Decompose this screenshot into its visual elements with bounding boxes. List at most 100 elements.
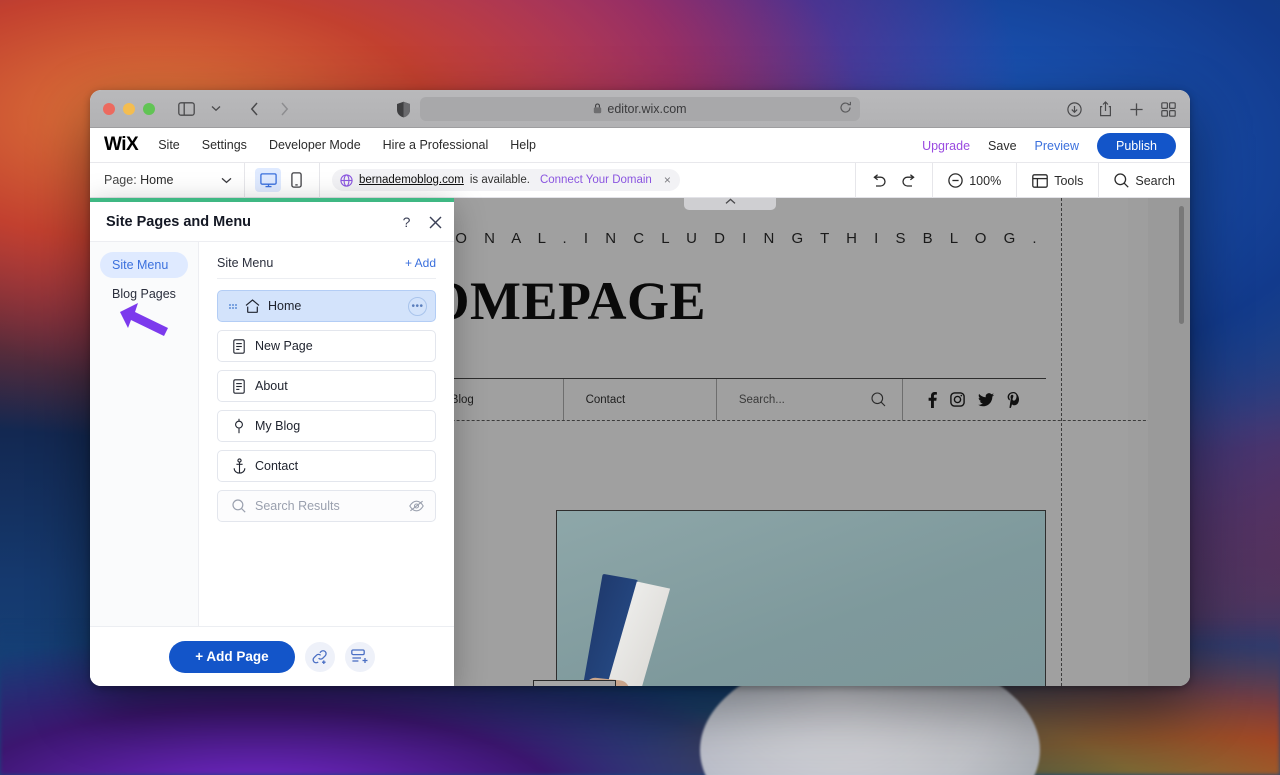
address-bar-url: editor.wix.com — [607, 101, 687, 116]
site-social-links[interactable] — [903, 379, 1046, 420]
close-icon[interactable]: × — [664, 173, 671, 187]
site-photo-block[interactable] — [556, 510, 1046, 686]
desktop-view-icon[interactable] — [255, 168, 281, 192]
tab-overview-icon[interactable] — [1161, 101, 1176, 117]
globe-icon — [340, 173, 353, 187]
page-options-button[interactable]: ••• — [408, 297, 427, 316]
page-row-search-results[interactable]: Search Results — [217, 490, 436, 522]
add-page-button[interactable]: + Add Page — [169, 640, 295, 673]
add-dropdown-button[interactable] — [344, 641, 375, 672]
chevron-down-icon[interactable] — [221, 177, 232, 184]
side-tab-site-menu[interactable]: Site Menu — [100, 252, 188, 278]
page-label: New Page — [255, 339, 313, 353]
page-label: Contact — [255, 459, 299, 473]
share-icon[interactable] — [1099, 101, 1112, 117]
page-list: Home ••• New Page About My Blog Contact … — [199, 279, 454, 522]
new-tab-icon[interactable] — [1129, 102, 1144, 117]
menu-item-settings[interactable]: Settings — [202, 138, 247, 152]
page-row-contact[interactable]: Contact — [217, 450, 436, 482]
reload-icon[interactable] — [839, 101, 852, 114]
pinterest-icon[interactable] — [1007, 391, 1020, 408]
canvas-guide-vertical — [1061, 198, 1062, 686]
menu-item-help[interactable]: Help — [510, 138, 536, 152]
zoom-control[interactable]: 100% — [932, 163, 1016, 198]
domain-name[interactable]: bernademoblog.com — [359, 174, 464, 186]
home-icon — [242, 299, 262, 313]
downloads-icon[interactable] — [1067, 101, 1082, 117]
chevron-down-icon[interactable] — [203, 97, 229, 121]
drag-handle-icon[interactable] — [229, 303, 237, 309]
redo-icon[interactable] — [901, 174, 917, 187]
history-controls — [855, 163, 932, 198]
page-label: Search Results — [255, 499, 340, 513]
help-icon[interactable]: ? — [399, 215, 414, 230]
menu-item-developer-mode[interactable]: Developer Mode — [269, 138, 361, 152]
blog-pin-icon — [229, 418, 249, 434]
dialog-main-panel: Site Menu + Add Home ••• New Page About … — [199, 242, 454, 626]
editor-search[interactable]: Search — [1098, 163, 1190, 198]
add-link-button[interactable] — [304, 641, 335, 672]
wix-main-menu: Site Settings Developer Mode Hire a Prof… — [158, 138, 536, 152]
page-row-new-page[interactable]: New Page — [217, 330, 436, 362]
page-row-about[interactable]: About — [217, 370, 436, 402]
facebook-icon[interactable] — [928, 391, 938, 408]
publish-button[interactable]: Publish — [1097, 132, 1176, 159]
site-tag-box[interactable]: S T — [533, 680, 616, 686]
instagram-icon[interactable] — [950, 392, 966, 407]
anchor-icon — [229, 458, 249, 474]
close-icon[interactable] — [429, 216, 442, 229]
address-bar[interactable]: editor.wix.com — [420, 96, 860, 121]
desktop-background: editor.wix.com WiX Site Settings Develop… — [0, 0, 1280, 775]
window-traffic-lights[interactable] — [103, 102, 155, 115]
back-icon[interactable] — [241, 97, 267, 121]
page-icon — [229, 338, 249, 354]
mobile-view-icon[interactable] — [283, 168, 309, 192]
side-tab-blog-pages[interactable]: Blog Pages — [100, 281, 188, 307]
tools-panel-icon[interactable] — [1032, 173, 1049, 188]
toolbar-collapse-handle[interactable] — [684, 198, 776, 210]
domain-notification: bernademoblog.com is available. Connect … — [332, 169, 680, 191]
svg-text:?: ? — [403, 215, 411, 230]
site-menu-header: Site Menu + Add — [217, 242, 436, 279]
search-icon[interactable] — [871, 392, 886, 407]
page-row-home[interactable]: Home ••• — [217, 290, 436, 322]
site-search-placeholder: Search... — [738, 393, 785, 406]
wix-editor-toolbar: Page: Home bernademoblog.com is availabl… — [90, 162, 1190, 198]
forward-icon[interactable] — [271, 97, 297, 121]
tools-menu[interactable]: Tools — [1016, 163, 1098, 198]
menu-item-site[interactable]: Site — [158, 138, 180, 152]
page-row-my-blog[interactable]: My Blog — [217, 410, 436, 442]
zoom-window-button[interactable] — [143, 102, 155, 115]
zoom-out-icon[interactable] — [948, 173, 963, 188]
site-nav-contact[interactable]: Contact — [564, 379, 717, 420]
dialog-header: Site Pages and Menu ? — [90, 202, 454, 242]
upgrade-link[interactable]: Upgrade — [922, 139, 970, 153]
undo-icon[interactable] — [871, 174, 887, 187]
close-window-button[interactable] — [103, 102, 115, 115]
save-button[interactable]: Save — [988, 139, 1017, 153]
lock-icon — [593, 103, 602, 114]
hidden-from-menu-eye-icon[interactable] — [409, 500, 424, 512]
tools-label: Tools — [1054, 173, 1084, 188]
menu-item-hire-a-professional[interactable]: Hire a Professional — [383, 138, 489, 152]
sidebar-icon[interactable] — [173, 97, 199, 121]
zoom-level-label: 100% — [969, 173, 1002, 188]
device-view-toggle[interactable] — [245, 162, 320, 198]
twitter-icon[interactable] — [978, 392, 995, 407]
page-label: My Blog — [255, 419, 301, 433]
preview-button[interactable]: Preview — [1035, 139, 1079, 153]
page-selector[interactable]: Page: Home — [90, 162, 245, 198]
wix-logo[interactable]: WiX — [104, 134, 139, 156]
search-icon[interactable] — [1114, 173, 1130, 188]
minimize-window-button[interactable] — [123, 102, 135, 115]
site-search-field[interactable]: Search... — [717, 379, 903, 420]
dialog-side-tabs: Site Menu Blog Pages — [90, 242, 199, 626]
add-menu-item-link[interactable]: + Add — [405, 256, 436, 270]
dialog-footer: + Add Page — [90, 626, 454, 686]
canvas-scrollbar[interactable] — [1179, 206, 1184, 324]
editor-workspace: P E R S O N A L . I N C L U D I N G T H … — [90, 198, 1190, 686]
connect-domain-link[interactable]: Connect Your Domain — [540, 174, 652, 186]
privacy-shield-icon[interactable] — [396, 101, 411, 118]
page-label: About — [255, 379, 288, 393]
site-pages-dialog[interactable]: Site Pages and Menu ? Site Menu Blog Pag… — [90, 198, 454, 686]
